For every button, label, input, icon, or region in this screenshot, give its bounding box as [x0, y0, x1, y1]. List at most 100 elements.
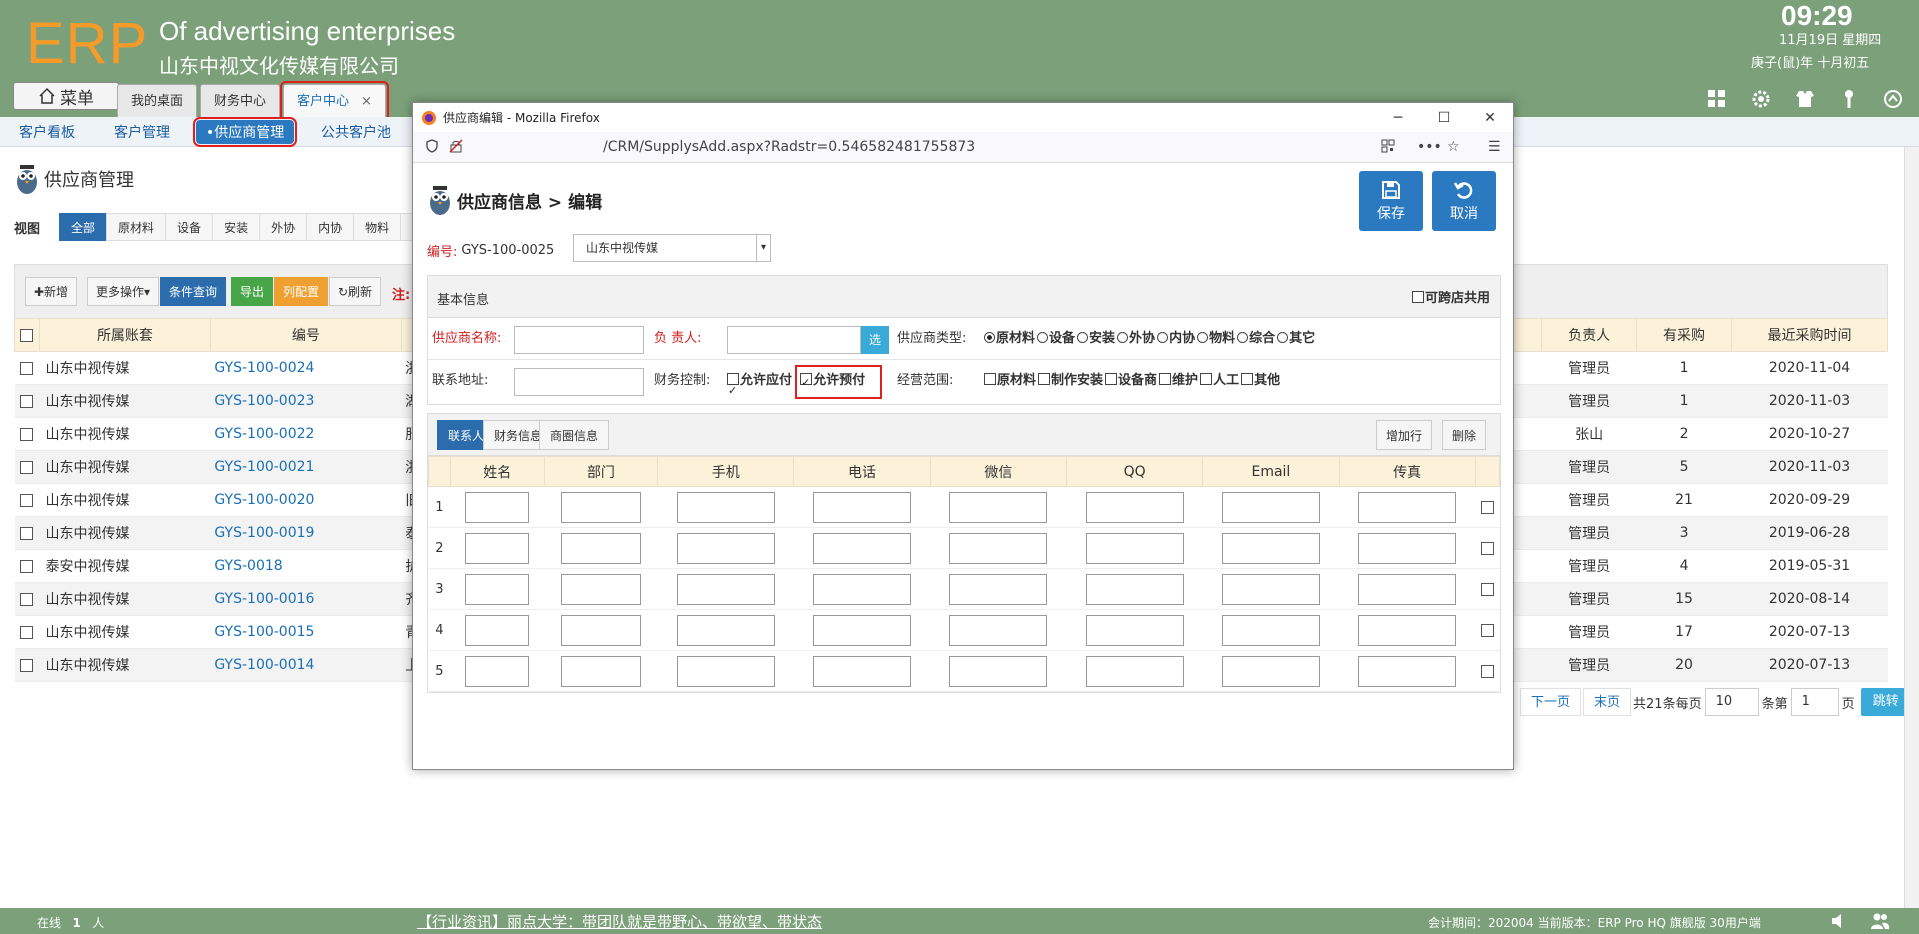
add-row-button[interactable]: 增加行: [1376, 420, 1433, 450]
cross-store-checkbox[interactable]: 可跨店共用: [1411, 287, 1490, 306]
scope-labor[interactable]: 人工: [1200, 373, 1239, 388]
contact-row-checkbox[interactable]: [1480, 664, 1494, 678]
contact-input[interactable]: [949, 573, 1048, 605]
supplier-type-raw[interactable]: 原材料: [984, 331, 1035, 346]
contact-input[interactable]: [1221, 655, 1320, 687]
supplier-type-equipment[interactable]: 设备: [1037, 331, 1075, 346]
refresh-button[interactable]: ↻刷新: [329, 277, 382, 306]
row-checkbox[interactable]: [20, 658, 34, 672]
contact-input[interactable]: [813, 532, 912, 564]
allow-prepay-checkbox[interactable]: 允许预付: [795, 365, 883, 399]
contact-input[interactable]: [1221, 573, 1320, 605]
col-purchase-count[interactable]: 有采购: [1636, 318, 1733, 352]
key-icon[interactable]: [1838, 88, 1860, 110]
address-input[interactable]: [514, 368, 644, 396]
col-owner[interactable]: 负责人: [1541, 318, 1638, 352]
hamburger-menu-icon[interactable]: ☰: [1488, 139, 1501, 155]
contact-input[interactable]: [949, 614, 1048, 646]
row-checkbox[interactable]: [20, 361, 34, 375]
contact-input[interactable]: [1085, 614, 1184, 646]
maximize-icon[interactable]: ☐: [1421, 103, 1467, 132]
contact-input[interactable]: [1358, 491, 1457, 523]
row-checkbox[interactable]: [20, 493, 34, 507]
contact-input[interactable]: [1221, 491, 1320, 523]
contact-input[interactable]: [1085, 655, 1184, 687]
contact-input[interactable]: [560, 532, 641, 564]
next-page-link[interactable]: 下一页: [1520, 688, 1582, 716]
code-link[interactable]: GYS-100-0022: [210, 417, 402, 451]
scope-equipment[interactable]: 设备商: [1105, 373, 1157, 388]
scope-install[interactable]: 制作安装: [1038, 373, 1103, 388]
view-filter-internal[interactable]: 内协: [306, 213, 355, 241]
shirt-icon[interactable]: [1794, 88, 1816, 110]
contact-input[interactable]: [676, 491, 775, 523]
news-link[interactable]: 【行业资讯】丽点大学：带团队就是带野心、带欲望、带状态: [417, 911, 822, 932]
contact-input[interactable]: [560, 491, 641, 523]
supplier-type-install[interactable]: 安装: [1077, 331, 1115, 346]
add-button[interactable]: ✚新增: [25, 277, 78, 306]
contact-input[interactable]: [1358, 532, 1457, 564]
owner-input[interactable]: [727, 326, 861, 354]
scope-maintenance[interactable]: 维护: [1159, 373, 1198, 388]
contact-input[interactable]: [560, 655, 641, 687]
contact-input[interactable]: [676, 655, 775, 687]
select-owner-button[interactable]: 选: [861, 326, 889, 354]
page-number-input[interactable]: 1: [1790, 688, 1839, 716]
contact-input[interactable]: [676, 573, 775, 605]
contact-input[interactable]: [1358, 655, 1457, 687]
contact-input[interactable]: [813, 655, 912, 687]
apps-grid-icon[interactable]: [1706, 88, 1728, 110]
supplier-name-input[interactable]: [514, 326, 644, 354]
more-actions-button[interactable]: 更多操作▾: [87, 277, 160, 306]
code-link[interactable]: GYS-100-0021: [210, 450, 402, 484]
tab-business-district[interactable]: 商圈信息: [539, 420, 610, 450]
column-config-button[interactable]: 列配置: [274, 277, 329, 306]
col-account[interactable]: 所属账套: [38, 318, 211, 352]
per-page-select[interactable]: 10: [1704, 688, 1759, 716]
contact-input[interactable]: [560, 614, 641, 646]
row-checkbox[interactable]: [20, 559, 34, 573]
contact-input[interactable]: [949, 532, 1048, 564]
contact-input[interactable]: [465, 614, 530, 646]
cancel-button[interactable]: 取消: [1432, 171, 1496, 231]
code-link[interactable]: GYS-100-0020: [210, 483, 402, 517]
more-options-icon[interactable]: •••: [1417, 139, 1442, 155]
chevron-up-icon[interactable]: [1882, 88, 1904, 110]
contact-input[interactable]: [465, 532, 530, 564]
contact-row-checkbox[interactable]: [1480, 623, 1494, 637]
row-checkbox[interactable]: [20, 427, 34, 441]
subnav-public-pool[interactable]: 公共客户池: [321, 122, 391, 142]
view-filter-equipment[interactable]: 设备: [165, 213, 214, 241]
contact-input[interactable]: [813, 614, 912, 646]
gear-icon[interactable]: [1750, 88, 1772, 110]
bookmark-star-icon[interactable]: ☆: [1447, 139, 1460, 155]
contact-input[interactable]: [1085, 532, 1184, 564]
contact-input[interactable]: [1221, 532, 1320, 564]
view-filter-all[interactable]: 全部: [59, 213, 108, 241]
contact-input[interactable]: [1358, 573, 1457, 605]
contact-input[interactable]: [465, 573, 530, 605]
users-icon[interactable]: [1870, 912, 1890, 933]
contact-row-checkbox[interactable]: [1480, 541, 1494, 555]
contact-input[interactable]: [1221, 614, 1320, 646]
code-link[interactable]: GYS-100-0016: [210, 582, 402, 616]
view-filter-install[interactable]: 安装: [212, 213, 261, 241]
close-icon[interactable]: ✕: [1467, 103, 1513, 132]
tab-finance-center[interactable]: 财务中心: [200, 84, 281, 117]
supplier-type-general[interactable]: 综合: [1237, 331, 1275, 346]
code-link[interactable]: GYS-0018: [210, 549, 402, 583]
contact-input[interactable]: [1358, 614, 1457, 646]
tab-my-desktop[interactable]: 我的桌面: [117, 84, 198, 117]
subnav-supplier-manage[interactable]: •供应商管理: [192, 117, 298, 147]
code-link[interactable]: GYS-100-0015: [210, 615, 402, 649]
menu-button[interactable]: 菜单: [13, 82, 119, 110]
qr-code-icon[interactable]: [1381, 139, 1395, 157]
query-button[interactable]: 条件查询: [160, 277, 227, 306]
supplier-type-outsource[interactable]: 外协: [1117, 331, 1155, 346]
view-filter-material[interactable]: 物料: [353, 213, 402, 241]
row-checkbox[interactable]: [20, 394, 34, 408]
col-last-purchase[interactable]: 最近采购时间: [1731, 318, 1888, 352]
contact-input[interactable]: [676, 614, 775, 646]
code-link[interactable]: GYS-100-0019: [210, 516, 402, 550]
contact-input[interactable]: [676, 532, 775, 564]
